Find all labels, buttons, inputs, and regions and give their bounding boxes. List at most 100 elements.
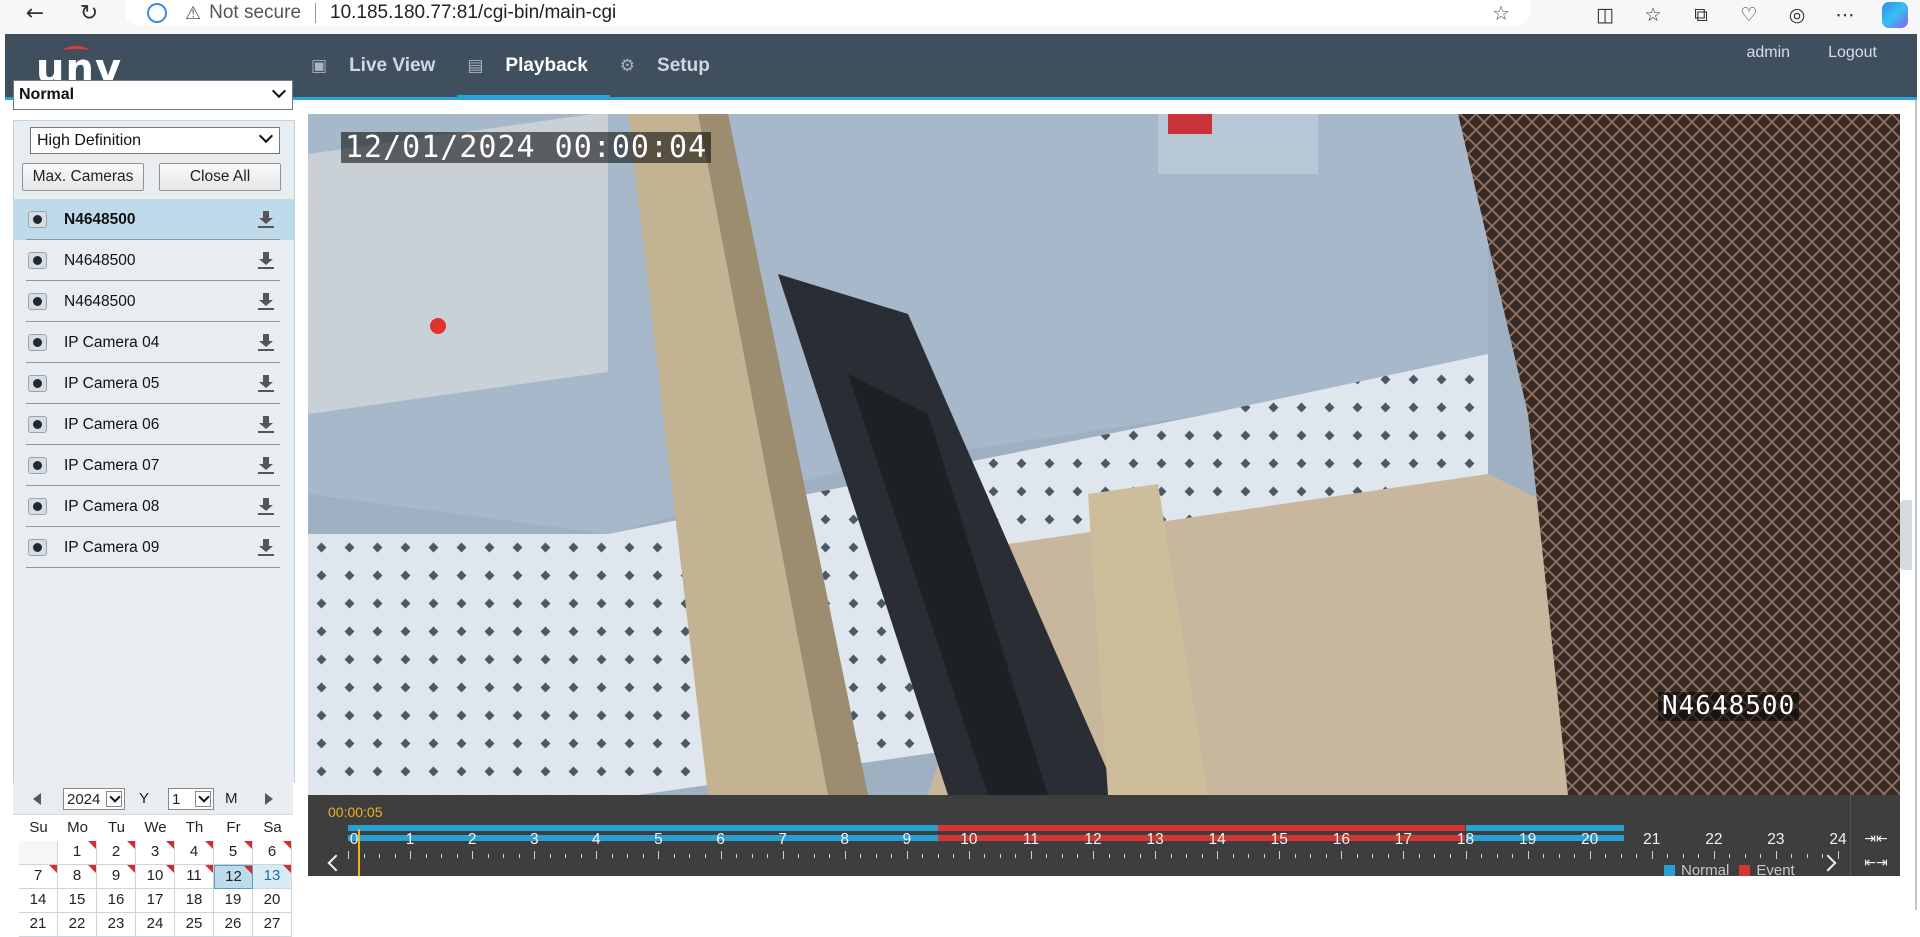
camera-item[interactable]: IP Camera 06 [14,404,294,445]
next-month-icon[interactable] [265,793,273,805]
prev-month-icon[interactable] [33,793,41,805]
minor-tick [1791,854,1793,858]
logout-link[interactable]: Logout [1828,44,1877,62]
calendar-day[interactable]: 27 [253,913,292,937]
hour-ticks: 0 1 2 3 4 5 6 7 8 9 10 11 12 13 14 15 16 17 18 19 20 21 22 23 24 [348,831,1847,851]
calendar-day[interactable]: 20 [253,889,292,913]
playback-timeline[interactable]: 00:00:05 0 1 2 3 4 5 6 7 8 9 10 11 12 13 14 15 16 17 18 19 2… [308,795,1900,879]
side-scroll-handle[interactable] [1900,500,1912,570]
tab-setup[interactable]: ⚙ Setup [610,34,732,97]
minor-tick [1201,854,1203,858]
not-secure-label[interactable]: Not secure [209,2,301,24]
camera-name: N4648500 [64,292,136,310]
camera-icon [28,375,47,392]
calendar-day[interactable]: 1 [58,841,97,865]
year-select[interactable]: 2024 [63,788,125,810]
playback-mode-select[interactable]: Normal [13,80,293,110]
zoom-out-icon[interactable]: ⇥⇤ [1864,832,1888,846]
current-time-label: 00:00:05 [328,804,383,820]
minor-tick [580,854,582,858]
split-screen-icon[interactable]: ◫ [1594,4,1616,26]
calendar-day[interactable]: 25 [175,913,214,937]
calendar-day[interactable]: 14 [19,889,58,913]
calendar-day[interactable]: 2 [97,841,136,865]
favorite-star-icon[interactable]: ☆ [1492,1,1510,25]
minor-tick [1325,854,1327,858]
minor-tick [1124,854,1126,858]
favorites-icon[interactable]: ☆ [1642,4,1664,26]
extensions-icon[interactable]: ♡ [1738,4,1760,26]
calendar-day[interactable]: 5 [214,841,253,865]
calendar-day[interactable]: 11 [175,865,214,889]
calendar-day[interactable]: 4 [175,841,214,865]
collections-icon[interactable]: ⧉ [1690,4,1712,26]
copilot-icon[interactable] [1882,2,1908,28]
tab-live-view[interactable]: ▣ Live View [301,34,457,97]
minor-tick [1838,851,1839,859]
calendar-day[interactable]: 7 [19,865,58,889]
max-cameras-button[interactable]: Max. Cameras [22,163,144,191]
minor-tick [441,854,443,858]
camera-item[interactable]: N4648500 [14,240,294,281]
minor-tick [1061,854,1063,858]
minor-tick [829,854,831,858]
address-bar[interactable]: ⚠ Not secure 10.185.180.77:81/cgi-bin/ma… [125,0,1530,26]
camera-icon [28,416,47,433]
calendar-day[interactable]: 3 [136,841,175,865]
camera-item[interactable]: IP Camera 08 [14,486,294,527]
username-link[interactable]: admin [1746,44,1790,62]
calendar-day[interactable]: 13 [253,865,292,889]
month-select[interactable]: 1 [168,788,214,810]
hour-tick-label: 6 [716,831,725,848]
back-icon[interactable]: ← [18,0,52,30]
calendar-day[interactable]: 6 [253,841,292,865]
url-text[interactable]: 10.185.180.77:81/cgi-bin/main-cgi [330,2,616,24]
calendar-day[interactable]: 22 [58,913,97,937]
browser-essentials-icon[interactable]: ◎ [1786,4,1808,26]
calendar-day[interactable]: 26 [214,913,253,937]
close-all-button[interactable]: Close All [159,163,281,191]
camera-icon [28,498,47,515]
download-icon-base [258,349,274,351]
minor-tick [456,854,458,858]
minor-tick [503,854,505,858]
stream-quality-select[interactable]: High Definition [30,127,280,154]
calendar-day[interactable]: 18 [175,889,214,913]
legend-event-label: Event [1756,862,1795,879]
legend-normal-label: Normal [1681,862,1730,879]
camera-item[interactable]: N4648500 [14,199,294,240]
camera-item[interactable]: IP Camera 09 [14,527,294,568]
video-player[interactable]: 12/01/2024 00:00:04 N4648500 [308,114,1900,795]
camera-item[interactable]: IP Camera 07 [14,445,294,486]
camera-item[interactable]: IP Camera 05 [14,363,294,404]
weekday-label: Mo [67,819,88,836]
minor-tick [1449,854,1451,858]
download-icon-base [258,431,274,433]
calendar-day[interactable]: 24 [136,913,175,937]
zoom-in-icon[interactable]: ⇤⇥ [1864,856,1888,870]
calendar-day[interactable]: 17 [136,889,175,913]
hour-tick-label: 7 [778,831,787,848]
more-menu-icon[interactable]: ⋯ [1834,4,1856,26]
calendar-day[interactable]: 16 [97,889,136,913]
timeline-prev-icon[interactable] [327,854,345,872]
refresh-icon[interactable]: ↻ [72,0,106,30]
camera-list: N4648500 N4648500 N4648500 IP Camera 04 [14,199,294,568]
camera-item[interactable]: N4648500 [14,281,294,322]
calendar-day[interactable]: 12 [214,865,253,889]
weekday-label: Fr [226,819,241,836]
calendar-day[interactable]: 8 [58,865,97,889]
calendar-day[interactable]: 23 [97,913,136,937]
minor-tick [534,851,536,859]
calendar-day[interactable]: 9 [97,865,136,889]
calendar-day[interactable]: 15 [58,889,97,913]
calendar-day[interactable]: 10 [136,865,175,889]
minor-tick [1744,854,1746,858]
camera-item[interactable]: IP Camera 04 [14,322,294,363]
minor-tick [782,851,784,859]
playhead-cursor[interactable] [358,829,360,876]
calendar-day[interactable]: 21 [19,913,58,937]
minor-tick [1248,854,1250,858]
calendar-day[interactable]: 19 [214,889,253,913]
tab-playback[interactable]: ▤ Playback [457,34,611,100]
